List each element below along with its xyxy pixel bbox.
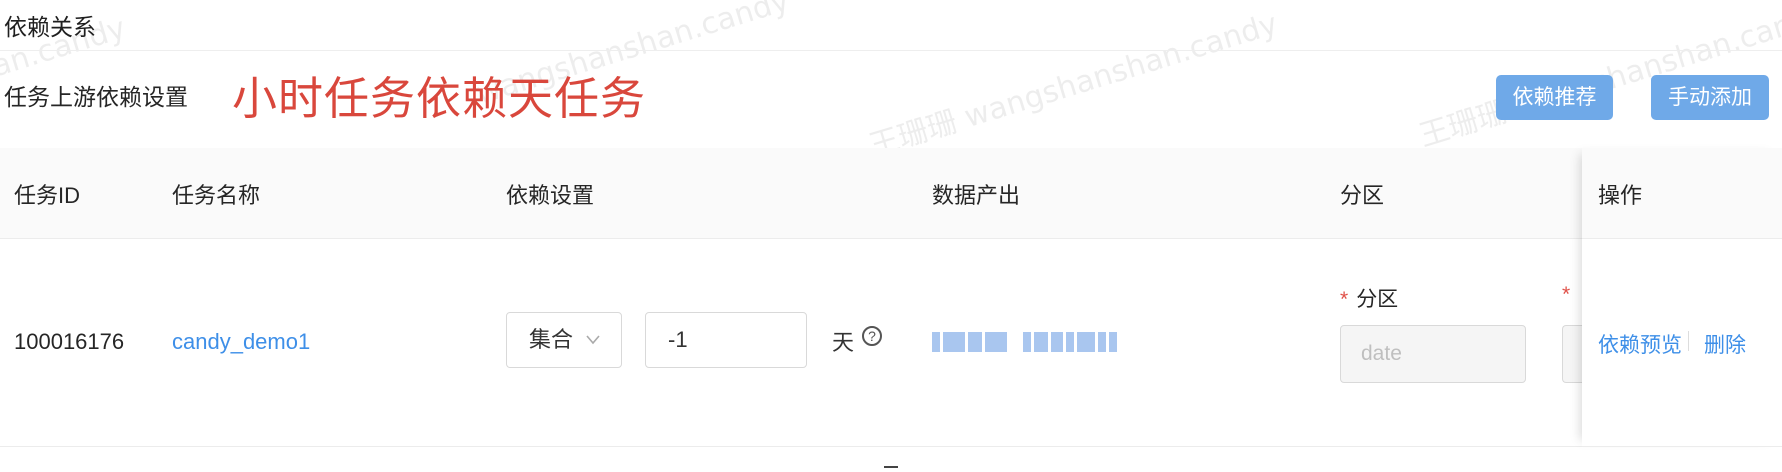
section-title: 依赖关系 xyxy=(4,14,96,40)
dependency-preview-link[interactable]: 依赖预览 xyxy=(1598,329,1682,359)
annotation-text: 小时任务依赖天任务 xyxy=(232,73,647,124)
dependency-offset-input[interactable]: -1 xyxy=(645,312,807,368)
pagination-mark xyxy=(884,466,898,468)
column-header-data-output: 数据产出 xyxy=(932,183,1021,208)
column-header-actions: 操作 xyxy=(1598,183,1643,208)
partition-label-text: 分区 xyxy=(1356,288,1399,311)
question-circle-icon[interactable]: ? xyxy=(862,326,882,346)
task-name-link[interactable]: candy_demo1 xyxy=(172,329,310,355)
delete-link[interactable]: 删除 xyxy=(1704,329,1746,359)
action-divider xyxy=(1688,331,1689,351)
actions-cell: 依赖预览 删除 xyxy=(1582,239,1782,447)
fixed-actions-column: 操作 依赖预览 删除 xyxy=(1582,148,1782,447)
required-mark: * xyxy=(1340,288,1349,311)
chevron-down-icon xyxy=(585,313,601,388)
partition-input[interactable]: date xyxy=(1340,325,1526,383)
table-header: 任务ID 任务名称 依赖设置 数据产出 分区 xyxy=(0,148,1782,239)
dependency-type-select[interactable]: 集合 xyxy=(506,312,622,368)
data-output-redacted xyxy=(932,332,1117,352)
required-mark: * xyxy=(1562,283,1571,306)
column-header-task-name: 任务名称 xyxy=(172,183,261,208)
column-header-dependency-setting: 依赖设置 xyxy=(506,183,595,208)
dependency-type-value: 集合 xyxy=(529,327,574,352)
column-header-task-id: 任务ID xyxy=(14,183,81,208)
upstream-settings-title: 任务上游依赖设置 xyxy=(4,84,188,110)
table-row: 100016176 candy_demo1 集合 -1 天 ? * 分区 date… xyxy=(0,239,1782,447)
divider xyxy=(0,50,1782,51)
watermark: 王珊珊 wangshanshan.candy xyxy=(865,6,1282,165)
actions-header-cell: 操作 xyxy=(1582,148,1782,239)
dependency-table: 任务ID 任务名称 依赖设置 数据产出 分区 100016176 candy_d… xyxy=(0,148,1782,448)
column-header-partition: 分区 xyxy=(1340,183,1385,208)
partition-field-label: * 分区 xyxy=(1340,283,1398,313)
dependency-recommend-button[interactable]: 依赖推荐 xyxy=(1496,75,1613,120)
task-id-cell: 100016176 xyxy=(14,329,125,354)
manual-add-button[interactable]: 手动添加 xyxy=(1651,75,1769,120)
dependency-unit-label: 天 xyxy=(832,330,855,355)
